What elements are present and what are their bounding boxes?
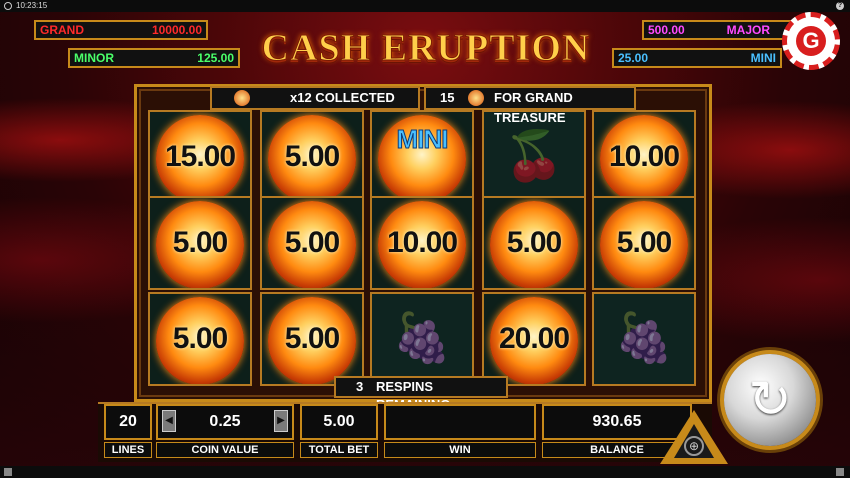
cell-r2-c0: 5.00 bbox=[148, 292, 252, 386]
settings-icon[interactable]: ⊕ bbox=[684, 436, 704, 456]
fireball-mini-icon bbox=[468, 90, 484, 106]
jackpot-major-label: MAJOR bbox=[726, 23, 770, 37]
respins-count: 3 bbox=[356, 379, 364, 394]
cell-r1-c4: 5.00 bbox=[592, 196, 696, 290]
help-icon[interactable]: ? bbox=[836, 2, 844, 10]
orb-value: 5.00 bbox=[506, 226, 562, 259]
jackpot-minor-label: MINOR bbox=[74, 51, 114, 65]
coin-decrease-button[interactable]: ◀ bbox=[162, 410, 176, 432]
collected-text: x12 COLLECTED bbox=[290, 90, 395, 105]
cell-r1-c0: 5.00 bbox=[148, 196, 252, 290]
coin-value: 0.25 bbox=[209, 413, 241, 430]
jackpot-grand-value: 10000.00 bbox=[151, 23, 202, 37]
total-bet-label: TOTAL BET bbox=[300, 442, 378, 458]
collected-banner: x12 COLLECTED bbox=[210, 86, 420, 110]
total-bet-value: 5.00 bbox=[323, 413, 355, 430]
cell-r0-c2: MINI bbox=[370, 110, 474, 204]
orb-value: 5.00 bbox=[172, 322, 228, 355]
jackpot-major-value: 500.00 bbox=[648, 23, 685, 37]
game-title: CASH ERUPTION bbox=[261, 27, 591, 70]
footer-bar bbox=[0, 466, 850, 478]
orb-value: 5.00 bbox=[284, 322, 340, 355]
casino-logo: G bbox=[782, 12, 840, 70]
jackpot-major: 500.00 MAJOR bbox=[642, 20, 802, 40]
cell-r2-c4: 🍇 bbox=[592, 292, 696, 386]
orb-value: 5.00 bbox=[172, 226, 228, 259]
coin-value-label: COIN VALUE bbox=[156, 442, 294, 458]
cell-r2-c1: 5.00 bbox=[260, 292, 364, 386]
status-bar: 10:23:15 ? bbox=[0, 0, 850, 12]
lines-value: 20 bbox=[119, 413, 137, 430]
orb-value-mini: MINI bbox=[396, 124, 449, 155]
cell-r2-c2: 🍇 bbox=[370, 292, 474, 386]
lines-display[interactable]: 20 bbox=[104, 404, 152, 440]
orb-value: 5.00 bbox=[284, 140, 340, 173]
grand-treasure-banner: 15 FOR GRAND TREASURE bbox=[424, 86, 636, 125]
orb-value: 15.00 bbox=[164, 140, 236, 173]
total-bet-display: 5.00 bbox=[300, 404, 378, 440]
logo-letter: G bbox=[796, 26, 826, 56]
grape-icon: 🍇 bbox=[392, 312, 452, 365]
spin-button[interactable]: ↻ bbox=[724, 354, 816, 446]
grand-treasure-count: 15 bbox=[440, 90, 455, 105]
cell-r0-c0: 15.00 bbox=[148, 110, 252, 204]
cell-r1-c2: 10.00 bbox=[370, 196, 474, 290]
jackpot-minor: MINOR 125.00 bbox=[68, 48, 240, 68]
orb-value: 20.00 bbox=[498, 322, 570, 355]
coin-increase-button[interactable]: ▶ bbox=[274, 410, 288, 432]
jackpot-mini-label: MINI bbox=[750, 51, 776, 65]
cell-r1-c3: 5.00 bbox=[482, 196, 586, 290]
orb-value: 10.00 bbox=[386, 226, 458, 259]
spin-icon: ↻ bbox=[748, 371, 792, 429]
menu-icon[interactable] bbox=[4, 468, 12, 476]
cell-r1-c1: 5.00 bbox=[260, 196, 364, 290]
clock-icon bbox=[4, 2, 12, 10]
orb-value: 5.00 bbox=[284, 226, 340, 259]
jackpot-grand-label: GRAND bbox=[40, 23, 84, 37]
jackpot-minor-value: 125.00 bbox=[197, 51, 234, 65]
grape-icon: 🍇 bbox=[614, 312, 674, 365]
jackpot-mini-value: 25.00 bbox=[618, 51, 649, 65]
lines-label: LINES bbox=[104, 442, 152, 458]
win-label: WIN bbox=[384, 442, 536, 458]
cell-r2-c3: 20.00 bbox=[482, 292, 586, 386]
cell-r0-c1: 5.00 bbox=[260, 110, 364, 204]
fireball-mini-icon bbox=[234, 90, 250, 106]
jackpot-grand: GRAND 10000.00 bbox=[34, 20, 208, 40]
respins-banner: 3 RESPINS REMAINING bbox=[334, 376, 508, 412]
win-display bbox=[384, 404, 536, 440]
sound-icon[interactable] bbox=[836, 468, 844, 476]
jackpot-mini: 25.00 MINI bbox=[612, 48, 782, 68]
orb-value: 5.00 bbox=[616, 226, 672, 259]
status-time: 10:23:15 bbox=[16, 1, 48, 10]
grand-treasure-text: FOR GRAND TREASURE bbox=[494, 90, 573, 125]
